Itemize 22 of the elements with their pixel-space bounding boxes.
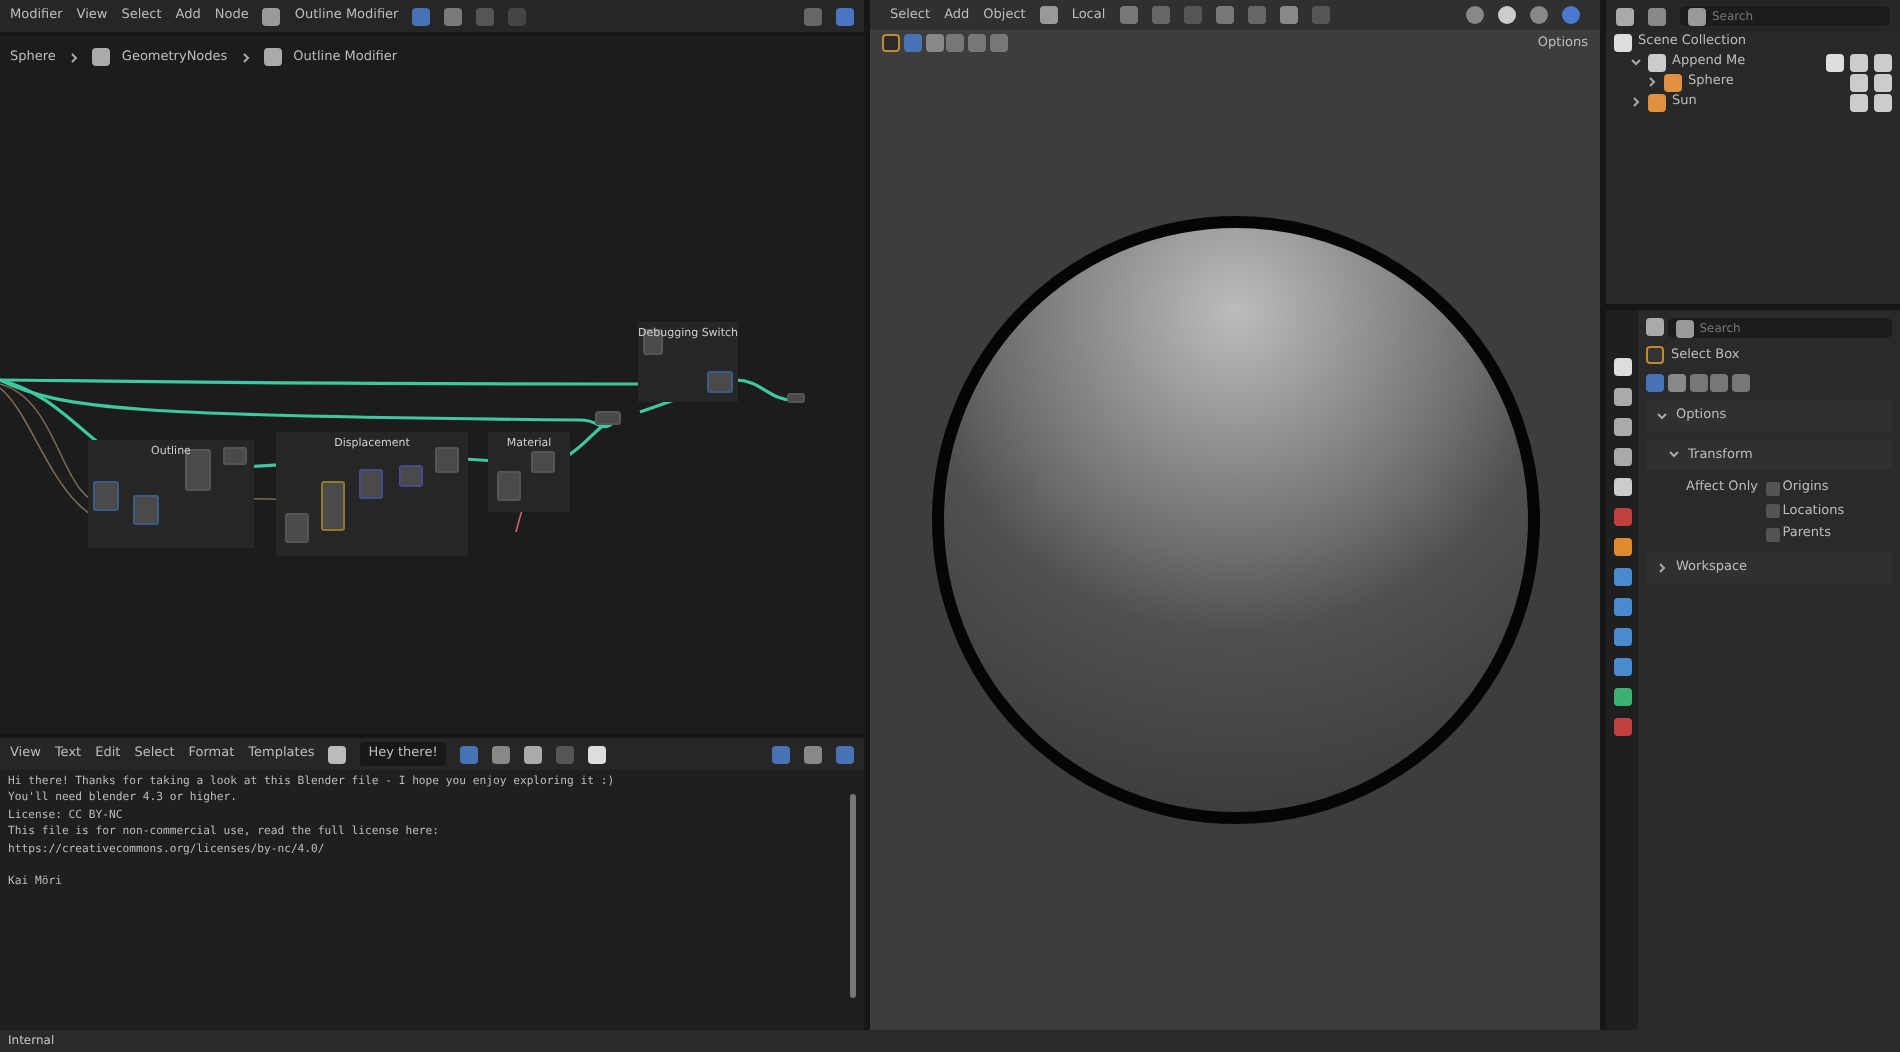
chevron-right-icon[interactable]: [1646, 76, 1658, 88]
node[interactable]: [359, 468, 383, 499]
node[interactable]: [93, 480, 119, 511]
node[interactable]: [595, 410, 621, 425]
node[interactable]: [497, 470, 521, 501]
chevron-right-icon[interactable]: [1630, 96, 1642, 108]
node[interactable]: [787, 392, 805, 403]
node[interactable]: [223, 446, 247, 465]
node[interactable]: [707, 370, 733, 393]
chevron-down-icon[interactable]: [1668, 448, 1680, 461]
node[interactable]: [321, 480, 345, 531]
chevron-down-icon[interactable]: [1630, 56, 1642, 68]
node[interactable]: [399, 464, 423, 487]
chevron-right-icon[interactable]: [1656, 561, 1668, 574]
node[interactable]: [133, 494, 159, 525]
breadcrumb-separator-icon: [67, 51, 80, 64]
node[interactable]: [531, 450, 555, 473]
scrollbar[interactable]: [850, 794, 856, 998]
chevron-down-icon[interactable]: [1656, 409, 1668, 422]
node[interactable]: [285, 512, 309, 543]
breadcrumb-separator-icon: [239, 51, 252, 64]
node[interactable]: [435, 446, 459, 473]
